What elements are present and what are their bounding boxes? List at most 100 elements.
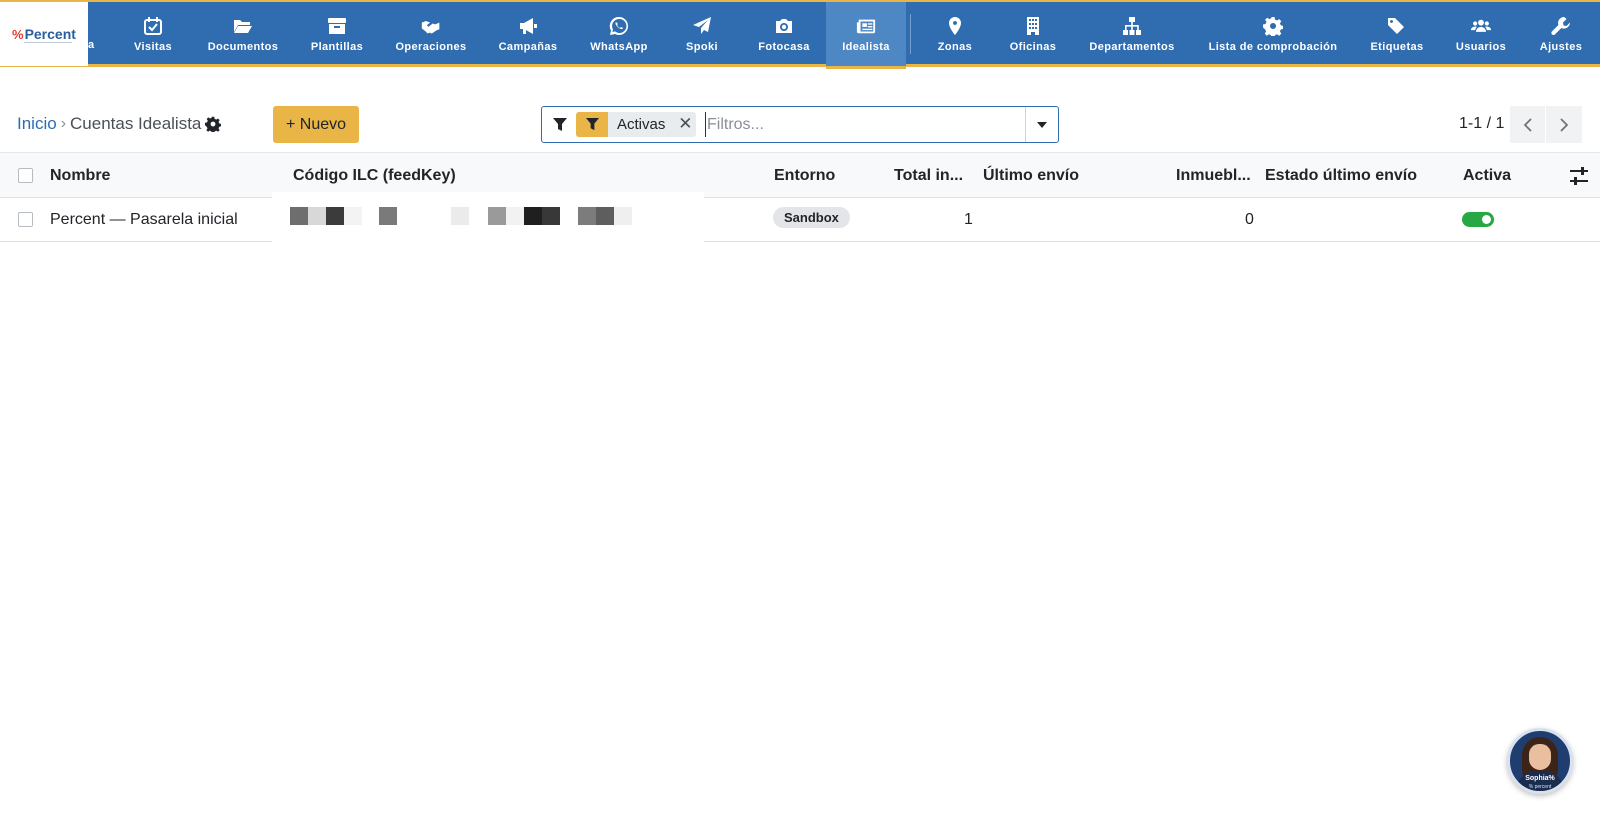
assistant-avatar-button[interactable]: Sophia% % percent [1507, 728, 1573, 794]
sitemap-icon [1121, 15, 1143, 37]
building-icon [1022, 15, 1044, 37]
users-icon [1470, 15, 1492, 37]
redaction-pixel [290, 207, 308, 225]
nav-label: Campañas [498, 41, 558, 53]
breadcrumb-inicio[interactable]: Inicio [17, 114, 57, 134]
gear-icon[interactable] [205, 116, 222, 134]
redaction-pixel [308, 207, 326, 225]
folder-open-icon [232, 15, 254, 37]
cell-total: 1 [964, 211, 973, 228]
breadcrumb: Inicio › Cuentas Idealista [17, 114, 222, 134]
newspaper-icon [855, 15, 877, 37]
assistant-subtitle: % percent [1528, 784, 1552, 790]
redaction-pixel [524, 207, 542, 225]
search-facet: Activas ✕ [576, 112, 697, 137]
filter-icon [550, 115, 570, 135]
redaction-pixel [326, 207, 344, 225]
activa-toggle[interactable] [1462, 212, 1494, 227]
pager-next-button[interactable] [1546, 106, 1582, 143]
redaction-pixel [488, 207, 506, 225]
nav-item-documentos[interactable]: Documentos [203, 2, 283, 66]
facet-label: Activas [617, 116, 666, 133]
cell-inmuebles: 0 [1245, 211, 1254, 228]
breadcrumb-separator: › [60, 115, 67, 132]
pager-previous-button[interactable] [1510, 106, 1546, 143]
bullhorn-icon [517, 15, 539, 37]
search-input[interactable] [705, 112, 1025, 137]
column-header-activa[interactable]: Activa [1463, 153, 1511, 199]
top-navbar: % Percent a Visitas Documentos Plantilla… [0, 0, 1600, 69]
nav-item-ajustes[interactable]: Ajustes [1536, 2, 1586, 66]
whatsapp-icon [608, 15, 630, 37]
row-checkbox[interactable] [18, 212, 33, 227]
nav-item-etiquetas[interactable]: Etiquetas [1366, 2, 1428, 66]
nav-item-operaciones[interactable]: Operaciones [392, 2, 470, 66]
assistant-name: Sophia% [1525, 775, 1555, 782]
nav-label: Fotocasa [758, 41, 810, 53]
nav-item-fotocasa[interactable]: Fotocasa [754, 2, 814, 66]
environment-badge: Sandbox [773, 207, 850, 228]
column-header-inmuebles[interactable]: Inmuebl... [1176, 153, 1251, 199]
column-header-ultimo-envio[interactable]: Último envío [983, 153, 1079, 199]
nav-item-whatsapp[interactable]: WhatsApp [587, 2, 651, 66]
caret-down-icon [1037, 121, 1047, 128]
redaction-pixel [451, 207, 469, 225]
handshake-icon [420, 15, 442, 37]
paper-plane-icon [691, 15, 713, 37]
redaction-pixel [379, 207, 397, 225]
nav-label: Usuarios [1455, 41, 1507, 53]
nav-item-campanas[interactable]: Campañas [496, 2, 560, 66]
redaction-pixel [578, 207, 596, 225]
nav-separator [910, 14, 911, 54]
cell-codigo-redacted [272, 192, 704, 242]
redaction-pixel [542, 207, 560, 225]
column-settings-icon[interactable] [1570, 167, 1588, 185]
nav-item-zonas[interactable]: Zonas [928, 2, 982, 66]
redaction-pixel [344, 207, 362, 225]
nav-item-visitas[interactable]: Visitas [127, 2, 179, 66]
calendar-check-icon [142, 15, 164, 37]
redaction-pixel [596, 207, 614, 225]
page-title: Cuentas Idealista [70, 114, 202, 133]
nav-item-idealista[interactable]: Idealista [826, 2, 906, 69]
chevron-right-icon [1560, 117, 1569, 132]
nav-label: Idealista [842, 41, 890, 53]
new-button[interactable]: + Nuevo [273, 106, 359, 143]
redaction-pixel [614, 207, 632, 225]
nav-label: Lista de comprobación [1208, 41, 1338, 53]
search-panel: Activas ✕ [541, 106, 1059, 143]
archive-icon [326, 15, 348, 37]
search-options-toggle[interactable] [1025, 107, 1058, 142]
nav-item-oficinas[interactable]: Oficinas [1006, 2, 1060, 66]
redaction-pixel [506, 207, 524, 225]
nav-label: Zonas [937, 41, 973, 53]
nav-item-spoki[interactable]: Spoki [679, 2, 725, 66]
column-header-entorno[interactable]: Entorno [774, 153, 835, 199]
pager-value[interactable]: 1-1 / 1 [1459, 115, 1504, 133]
facet-remove-button[interactable]: ✕ [674, 112, 696, 137]
avatar-face [1529, 744, 1551, 770]
nav-label: Spoki [686, 41, 718, 53]
chevron-left-icon [1523, 117, 1532, 132]
nav-item-lista-comprobacion[interactable]: Lista de comprobación [1205, 2, 1341, 66]
main-nav: Visitas Documentos Plantillas Operacione… [0, 2, 1600, 69]
nav-item-departamentos[interactable]: Departamentos [1085, 2, 1179, 66]
column-header-total[interactable]: Total in... [894, 153, 963, 199]
wrench-icon [1550, 15, 1572, 37]
nav-item-plantillas[interactable]: Plantillas [306, 2, 368, 66]
cell-nombre: Percent — Pasarela inicial [50, 211, 238, 228]
column-header-estado[interactable]: Estado último envío [1265, 153, 1417, 199]
map-marker-icon [944, 15, 966, 37]
nav-label: WhatsApp [590, 41, 648, 53]
table-row[interactable]: Percent — Pasarela inicial Sandbox 1 0 [0, 192, 1600, 242]
column-header-nombre[interactable]: Nombre [50, 153, 110, 199]
nav-label: Visitas [133, 41, 173, 53]
gear-icon [1262, 15, 1284, 37]
nav-label: Ajustes [1539, 41, 1583, 53]
nav-label: Documentos [207, 41, 279, 53]
nav-label: Operaciones [395, 41, 467, 53]
select-all-checkbox[interactable] [18, 168, 33, 183]
nav-item-usuarios[interactable]: Usuarios [1452, 2, 1510, 66]
table-header: Nombre Código ILC (feedKey) Entorno Tota… [0, 152, 1600, 198]
nav-label: Oficinas [1009, 41, 1057, 53]
